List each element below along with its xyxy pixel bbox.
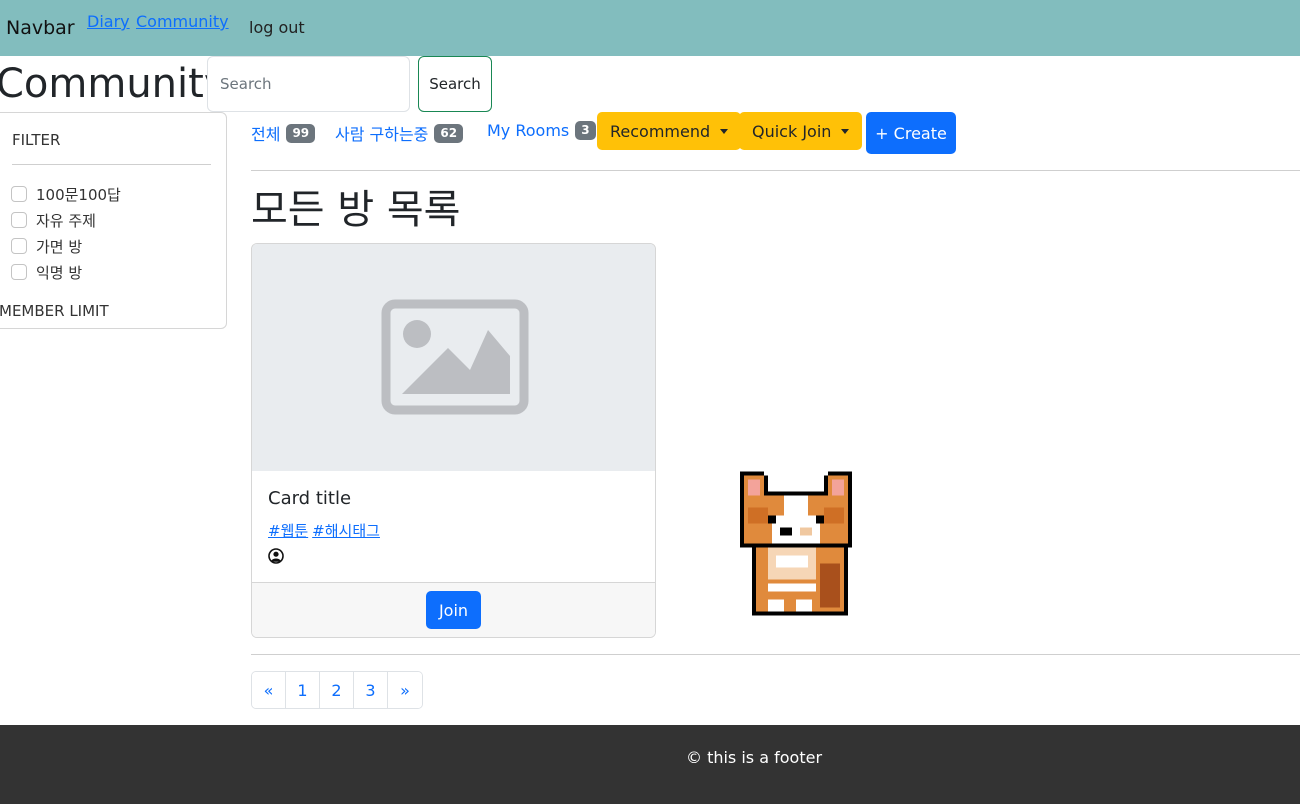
nav-link-community[interactable]: Community [136,12,229,31]
checkbox[interactable] [11,212,27,228]
navbar-brand[interactable]: Navbar [6,17,75,39]
tab-all[interactable]: 전체 99 [251,121,316,145]
join-button[interactable]: Join [426,591,481,629]
tab-label: 전체 [251,125,281,144]
caret-down-icon [720,128,729,134]
filter-option-label: 가면 방 [36,237,83,256]
section-title: 모든 방 목록 [251,187,461,233]
page-1[interactable]: 1 [286,672,320,708]
caret-down-icon [841,128,850,134]
checkbox[interactable] [11,238,27,254]
quick-join-label: Quick Join [752,121,832,141]
search-input[interactable] [207,56,410,112]
page-2[interactable]: 2 [320,672,354,708]
checkbox[interactable] [11,186,27,202]
tab-label: My Rooms [487,121,570,140]
room-card: Card title #웹툰 #해시태그 Join [251,243,656,638]
page-prev[interactable]: « [252,672,286,708]
tab-my-rooms[interactable]: My Rooms 3 [487,121,596,140]
nav-link-diary[interactable]: Diary [87,12,130,31]
divider [251,654,1300,655]
card-image [252,244,655,471]
page-next[interactable]: » [388,672,422,708]
tab-label: 사람 구하는중 [335,125,429,144]
filter-option-label: 자유 주제 [36,211,96,230]
filter-option-mask-room[interactable]: 가면 방 [11,235,82,257]
filter-title: FILTER [12,131,61,149]
page-3[interactable]: 3 [354,672,388,708]
filter-option-label: 100문100답 [36,185,121,204]
recommend-label: Recommend [610,121,711,141]
member-limit-title: MEMBER LIMIT [0,302,109,320]
filter-option-100q[interactable]: 100문100답 [11,183,121,205]
hashtag-link[interactable]: #해시태그 [312,522,380,540]
count-badge: 3 [575,121,596,140]
divider [251,170,1300,171]
filter-option-label: 익명 방 [36,263,83,282]
quick-join-dropdown-button[interactable]: Quick Join [739,112,863,150]
create-room-button[interactable]: + Create [866,112,956,154]
footer: © this is a footer [0,725,1300,804]
hashtag-link[interactable]: #웹툰 [268,522,308,540]
count-badge: 99 [286,123,316,143]
image-placeholder-icon [381,299,529,415]
navbar: Navbar Diary Community log out [0,0,1300,56]
footer-text: © this is a footer [685,748,823,767]
checkbox[interactable] [11,264,27,280]
card-footer: Join [252,582,655,637]
count-badge: 62 [434,123,464,143]
filter-option-free-topic[interactable]: 자유 주제 [11,209,96,231]
filter-panel: FILTER 100문100답 자유 주제 가면 방 익명 방 MEMBER L… [0,112,227,329]
corgi-mascot-icon [740,471,852,616]
filter-divider [12,164,211,165]
card-title: Card title [268,488,352,509]
recommend-dropdown-button[interactable]: Recommend [597,112,742,150]
card-tags: #웹툰 #해시태그 [268,520,384,541]
filter-option-anonymous-room[interactable]: 익명 방 [11,261,82,283]
logout-link[interactable]: log out [249,18,305,37]
page-title: Community [0,61,228,107]
tab-recruiting[interactable]: 사람 구하는중 62 [335,121,464,145]
user-circle-icon [268,548,284,564]
pagination: « 1 2 3 » [251,671,423,709]
search-button[interactable]: Search [418,56,492,112]
